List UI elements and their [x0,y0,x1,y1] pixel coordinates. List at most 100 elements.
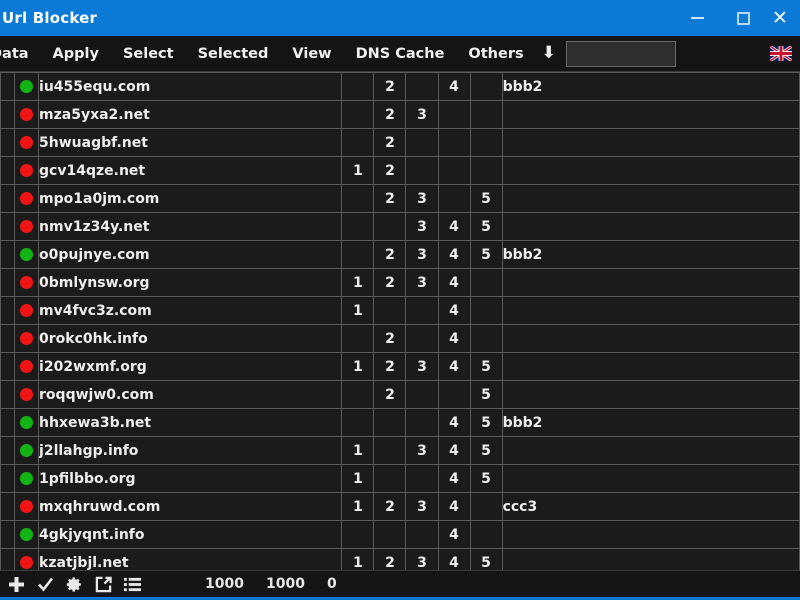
status-badge[interactable] [14,324,40,353]
cell-col3[interactable]: 3 [405,212,439,241]
cell-col4[interactable]: 4 [437,352,471,381]
cell-col2[interactable] [373,408,407,437]
status-badge[interactable] [14,100,40,129]
table-row[interactable]: kzatjbjl.net 1 2 3 4 5 [0,548,800,570]
cell-col2[interactable]: 2 [373,548,407,570]
cell-col3[interactable] [405,72,439,101]
cell-col3[interactable]: 3 [405,548,439,570]
cell-col4[interactable]: 4 [437,324,471,353]
cell-domain[interactable]: 4gkjyqnt.info [38,520,343,549]
table-row[interactable]: hhxewa3b.net 4 5 bbb2 [0,408,800,437]
cell-col3[interactable] [405,324,439,353]
cell-col4[interactable]: 4 [437,464,471,493]
cell-col1[interactable]: 1 [341,156,375,185]
cell-col2[interactable]: 2 [373,72,407,101]
status-badge[interactable] [14,296,40,325]
cell-col2[interactable] [373,212,407,241]
status-badge[interactable] [14,268,40,297]
menu-item-data[interactable]: Data [0,36,41,72]
cell-col5[interactable]: 5 [469,352,503,381]
cell-domain[interactable]: o0pujnye.com [38,240,343,269]
export-button[interactable] [90,571,116,597]
menu-item-selected[interactable]: Selected [186,36,281,72]
cell-col5[interactable]: 5 [469,464,503,493]
cell-col4[interactable]: 4 [437,436,471,465]
close-button[interactable]: ✕ [766,0,800,36]
cell-tag[interactable] [501,464,800,493]
cell-col5[interactable] [469,128,503,157]
menu-item-others[interactable]: Others [456,36,535,72]
cell-col5[interactable]: 5 [469,436,503,465]
apply-button[interactable] [32,571,58,597]
cell-tag[interactable]: bbb2 [501,72,800,101]
cell-col5[interactable] [469,268,503,297]
cell-domain[interactable]: gcv14qze.net [38,156,343,185]
cell-tag[interactable] [501,436,800,465]
search-input[interactable] [565,40,676,67]
cell-col5[interactable]: 5 [469,240,503,269]
table-row[interactable]: o0pujnye.com 2 3 4 5 bbb2 [0,240,800,269]
cell-domain[interactable]: i202wxmf.org [38,352,343,381]
status-badge[interactable] [14,408,40,437]
cell-tag[interactable]: ccc3 [501,492,800,521]
cell-col5[interactable] [469,72,503,101]
cell-domain[interactable]: j2llahgp.info [38,436,343,465]
cell-col3[interactable] [405,128,439,157]
cell-col1[interactable] [341,72,375,101]
cell-domain[interactable]: roqqwjw0.com [38,380,343,409]
cell-col2[interactable]: 2 [373,100,407,129]
cell-col5[interactable]: 5 [469,184,503,213]
cell-col4[interactable]: 4 [437,240,471,269]
cell-col4[interactable] [437,100,471,129]
table-row[interactable]: iu455equ.com 2 4 bbb2 [0,72,800,101]
cell-domain[interactable]: kzatjbjl.net [38,548,343,570]
status-badge[interactable] [14,436,40,465]
status-badge[interactable] [14,156,40,185]
table-row[interactable]: 4gkjyqnt.info 4 [0,520,800,549]
cell-col1[interactable]: 1 [341,436,375,465]
cell-col5[interactable]: 5 [469,380,503,409]
cell-col4[interactable]: 4 [437,548,471,570]
cell-col2[interactable] [373,464,407,493]
status-badge[interactable] [14,464,40,493]
cell-col3[interactable]: 3 [405,100,439,129]
cell-col2[interactable]: 2 [373,492,407,521]
cell-col4[interactable]: 4 [437,268,471,297]
cell-col4[interactable]: 4 [437,408,471,437]
status-badge[interactable] [14,548,40,570]
table-row[interactable]: nmv1z34y.net 3 4 5 [0,212,800,241]
status-badge[interactable] [14,492,40,521]
cell-tag[interactable] [501,548,800,570]
cell-col2[interactable]: 2 [373,156,407,185]
cell-col2[interactable]: 2 [373,352,407,381]
cell-col1[interactable] [341,212,375,241]
cell-col2[interactable]: 2 [373,240,407,269]
cell-domain[interactable]: iu455equ.com [38,72,343,101]
cell-col1[interactable]: 1 [341,492,375,521]
cell-col3[interactable]: 3 [405,268,439,297]
cell-domain[interactable]: mza5yxa2.net [38,100,343,129]
cell-tag[interactable] [501,324,800,353]
status-badge[interactable] [14,352,40,381]
cell-col2[interactable]: 2 [373,268,407,297]
table-row[interactable]: mxqhruwd.com 1 2 3 4 ccc3 [0,492,800,521]
table-row[interactable]: i202wxmf.org 1 2 3 4 5 [0,352,800,381]
cell-tag[interactable] [501,268,800,297]
cell-col3[interactable] [405,464,439,493]
cell-domain[interactable]: 0bmlynsw.org [38,268,343,297]
cell-col3[interactable] [405,156,439,185]
cell-col3[interactable] [405,408,439,437]
cell-tag[interactable]: bbb2 [501,240,800,269]
cell-col2[interactable] [373,296,407,325]
cell-col4[interactable] [437,128,471,157]
add-button[interactable] [3,571,29,597]
cell-col2[interactable]: 2 [373,184,407,213]
status-badge[interactable] [14,380,40,409]
maximize-button[interactable] [720,0,766,36]
cell-col1[interactable] [341,380,375,409]
cell-tag[interactable] [501,520,800,549]
status-badge[interactable] [14,72,40,101]
url-table-container[interactable]: iu455equ.com 2 4 bbb2 mza5yxa2.net 2 3 5hwuagbf… [0,72,800,570]
table-row[interactable]: gcv14qze.net 1 2 [0,156,800,185]
cell-domain[interactable]: mpo1a0jm.com [38,184,343,213]
